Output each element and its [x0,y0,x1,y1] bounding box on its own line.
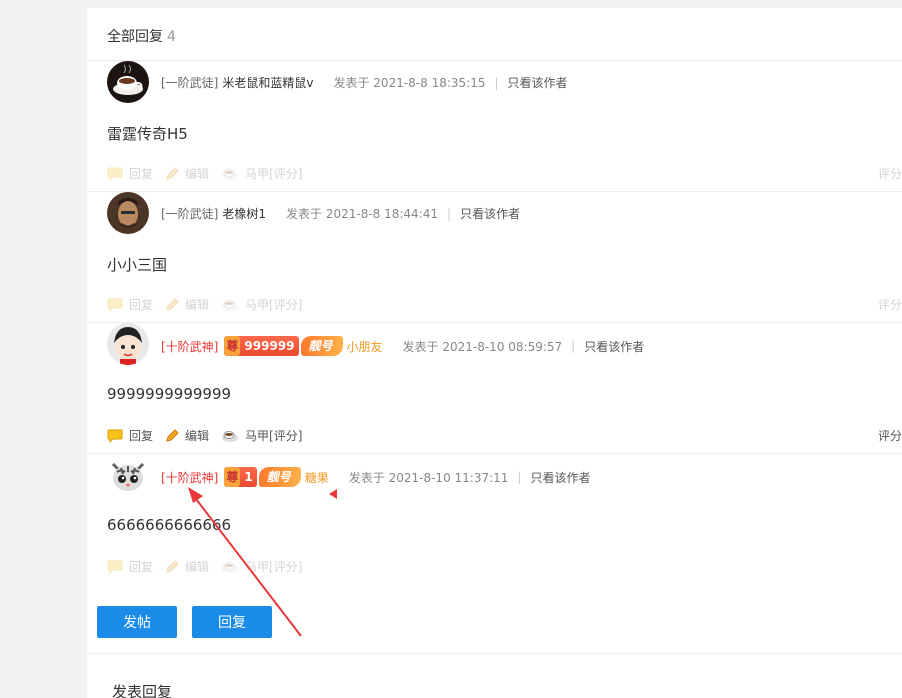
pretty-number-badge: 靓号 [258,467,301,487]
post-time: 发表于 2021-8-10 08:59:57 [402,339,563,354]
post-meta: [一阶武徒] 老橡树1 发表于 2021-8-8 18:44:41 | 只看该作… [161,205,520,222]
badge-zun-label: 尊 [224,336,241,356]
user-rank: [十阶武神] [161,470,219,485]
avatar[interactable] [107,61,149,103]
username-link[interactable]: 老橡树1 [222,205,266,222]
rate-label: 马甲[评分] [245,429,303,443]
avatar[interactable] [107,192,149,234]
username-link[interactable]: 小朋友 [347,338,383,355]
score-link[interactable]: 评分 [878,296,902,313]
user-rank: [十阶武神] [161,339,219,354]
replies-header-label: 全部回复 [107,29,163,45]
post-meta: [一阶武徒] 米老鼠和蓝精鼠v 发表于 2021-8-8 18:35:15 | … [161,74,568,91]
pencil-icon [165,166,179,181]
rate-action[interactable]: 马甲[评分] [221,296,302,313]
post-actions: 回复 编辑 马甲[评分] [107,427,314,444]
badge-number: 999999 [244,339,295,353]
user-rank: [一阶武徒] [161,207,219,221]
speech-bubble-icon [107,167,123,181]
rate-label: 马甲[评分] [245,560,303,574]
new-post-button[interactable]: 发帖 [97,606,177,638]
reply-post: [十阶武神] 尊 999999 靓号 小朋友 发表于 2021-8-10 08:5… [87,323,902,454]
replies-header: 全部回复 4 [107,26,176,46]
rate-label: 马甲[评分] [245,167,303,181]
reply-action[interactable]: 回复 [107,427,153,444]
speech-bubble-icon [107,429,123,443]
coffee-cup-icon [221,429,239,443]
post-content: 雷霆传奇H5 [107,125,188,143]
only-author-link[interactable]: 只看该作者 [508,74,568,91]
reply-post: [一阶武徒] 老橡树1 发表于 2021-8-8 18:44:41 | 只看该作… [87,192,902,323]
bottom-panel: 发帖 回复 发表回复 [87,585,902,698]
score-link[interactable]: 评分 [878,165,902,182]
edit-action[interactable]: 编辑 [165,558,209,575]
post-actions: 回复 编辑 马甲[评分] [107,165,314,182]
coffee-cup-icon [221,167,239,181]
reply-action[interactable]: 回复 [107,296,153,313]
edit-label: 编辑 [185,167,210,181]
pencil-icon [165,297,179,312]
replies-count: 4 [167,29,176,45]
rate-label: 马甲[评分] [245,298,303,312]
speech-bubble-icon [107,298,123,312]
user-rank: [一阶武徒] [161,76,219,90]
separator: | [494,75,499,90]
reply-post: [一阶武徒] 米老鼠和蓝精鼠v 发表于 2021-8-8 18:35:15 | … [87,61,902,192]
post-meta: [十阶武神] 尊1 靓号 糖果 发表于 2021-8-10 11:37:11 |… [161,467,590,487]
reply-label: 回复 [129,560,154,574]
reply-label: 回复 [129,167,154,181]
separator: | [517,470,522,484]
post-content: 9999999999999 [107,385,232,403]
reply-action[interactable]: 回复 [107,558,153,575]
post-time: 发表于 2021-8-8 18:35:15 [333,76,486,90]
edit-action[interactable]: 编辑 [165,165,209,182]
edit-action[interactable]: 编辑 [165,427,209,444]
score-link[interactable]: 评分 [878,427,902,444]
rate-action[interactable]: 马甲[评分] [221,165,302,182]
avatar[interactable] [107,454,149,496]
rate-action[interactable]: 马甲[评分] [221,558,302,575]
separator: | [447,206,452,221]
username-link[interactable]: 米老鼠和蓝精鼠v [222,74,313,91]
post-actions: 回复 编辑 马甲[评分] [107,558,314,575]
separator: | [571,339,576,353]
post-meta: [十阶武神] 尊 999999 靓号 小朋友 发表于 2021-8-10 08:5… [161,336,644,356]
rate-action[interactable]: 马甲[评分] [221,427,302,444]
badge-number: 1 [244,470,253,484]
pencil-icon [165,428,179,443]
reply-label: 回复 [129,298,154,312]
post-actions: 回复 编辑 马甲[评分] [107,296,314,313]
vip-badge: 尊1 [224,467,257,487]
edit-label: 编辑 [185,560,210,574]
reply-section-title: 发表回复 [112,683,173,698]
only-author-link[interactable]: 只看该作者 [584,338,644,355]
only-author-link[interactable]: 只看该作者 [530,469,590,486]
divider [87,653,902,654]
reply-post: [十阶武神] 尊1 靓号 糖果 发表于 2021-8-10 11:37:11 |… [87,454,902,585]
edit-label: 编辑 [185,298,210,312]
edit-action[interactable]: 编辑 [165,296,209,313]
badge-zun-label: 尊 [224,467,241,487]
username-link[interactable]: 糖果 [305,469,329,486]
post-time: 发表于 2021-8-10 11:37:11 [348,470,509,485]
only-author-link[interactable]: 只看该作者 [460,205,520,222]
coffee-cup-icon [221,298,239,312]
pretty-number-badge: 靓号 [300,336,343,356]
speech-bubble-icon [107,560,123,574]
post-content: 6666666666666 [107,516,232,534]
edit-label: 编辑 [185,429,210,443]
pencil-icon [165,559,179,574]
avatar[interactable] [107,323,149,365]
reply-action[interactable]: 回复 [107,165,153,182]
replies-panel: 全部回复 4 [一阶武徒] 米老鼠和蓝精鼠v 发表于 2021-8-8 18:35… [87,8,902,585]
reply-label: 回复 [129,429,154,443]
coffee-cup-icon [221,560,239,574]
reply-button[interactable]: 回复 [192,606,272,638]
post-content: 小小三国 [107,256,168,274]
vip-badge: 尊 999999 [224,336,299,356]
post-time: 发表于 2021-8-8 18:44:41 [286,207,439,221]
